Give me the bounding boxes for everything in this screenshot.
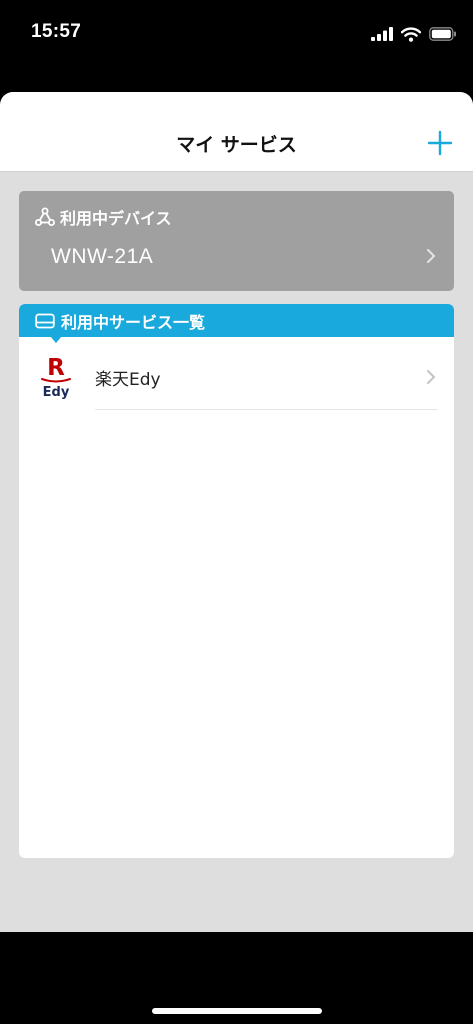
- status-icons: [371, 24, 457, 44]
- signal-icon: [371, 27, 393, 41]
- header-pointer: [50, 336, 62, 343]
- status-bar: 15:57: [0, 0, 473, 70]
- status-time: 15:57: [31, 21, 82, 42]
- chevron-right-icon: [427, 249, 435, 263]
- device-header: 利用中デバイス: [35, 205, 172, 229]
- services-header: 利用中サービス一覧: [19, 304, 454, 337]
- chevron-right-icon: [427, 370, 435, 384]
- device-name: WNW-21A: [51, 245, 154, 268]
- page-title: マイ サービス: [176, 134, 297, 156]
- rakuten-edy-logo: R Edy: [41, 355, 71, 400]
- device-header-label: 利用中デバイス: [60, 209, 172, 228]
- service-name: 楽天Edy: [95, 370, 161, 390]
- my-services-sheet: マイ サービス 利用中デバイス WNW-21A 利用中サービス一覧 R Edy …: [0, 92, 473, 932]
- row-divider: [95, 409, 438, 410]
- wifi-icon: [401, 26, 421, 42]
- plus-icon: [427, 130, 453, 156]
- services-header-label: 利用中サービス一覧: [61, 312, 206, 332]
- card-icon: [35, 313, 55, 328]
- svg-text:Edy: Edy: [43, 385, 70, 400]
- device-card[interactable]: 利用中デバイス WNW-21A: [19, 191, 454, 291]
- battery-icon: [429, 27, 456, 41]
- home-indicator[interactable]: [152, 1008, 322, 1014]
- device-network-icon: [35, 207, 55, 226]
- navigation-bar: マイ サービス: [0, 92, 473, 172]
- add-service-button[interactable]: [427, 130, 453, 156]
- services-list-card: 利用中サービス一覧 R Edy 楽天Edy: [19, 304, 454, 858]
- service-row-rakuten-edy[interactable]: R Edy 楽天Edy: [19, 348, 454, 410]
- svg-text:R: R: [47, 355, 65, 381]
